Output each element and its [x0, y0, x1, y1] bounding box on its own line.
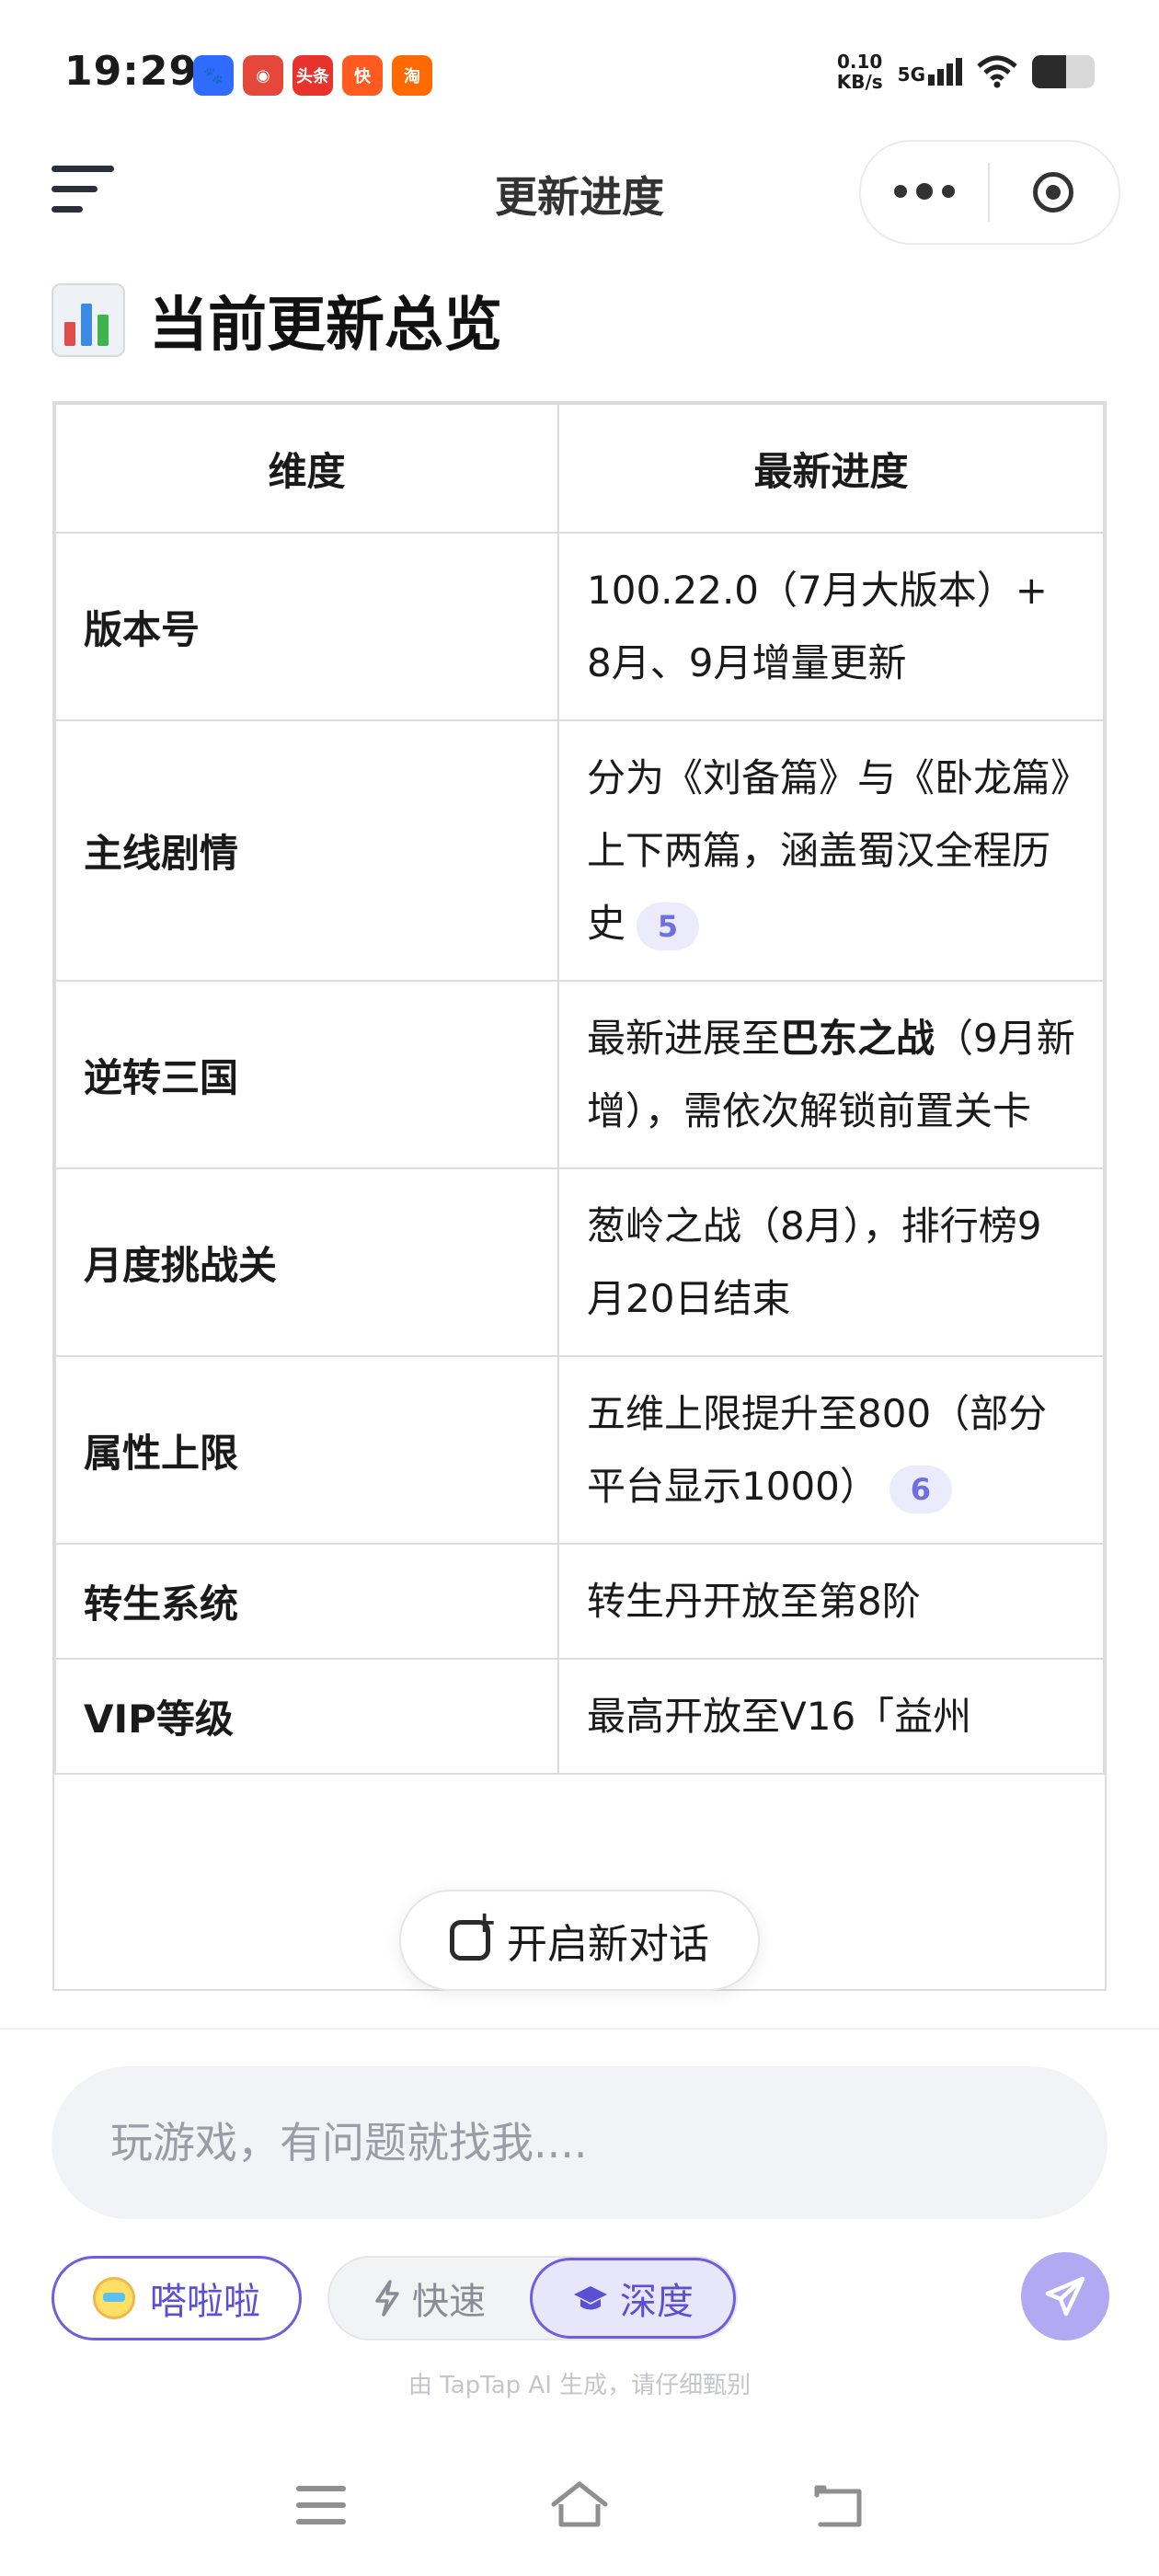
more-options-icon[interactable] [861, 183, 988, 200]
table-row: 月度挑战关 葱岭之战（8月），排行榜9月20日结束 [54, 1167, 1105, 1357]
network-type-label: 5G [897, 63, 925, 86]
dimension-cell: 转生系统 [54, 1543, 559, 1660]
progress-highlight: 巴东之战 [780, 1016, 935, 1061]
battery-icon [1032, 55, 1095, 88]
mode-fast-label: 快速 [412, 2281, 486, 2323]
dimension-cell: VIP等级 [54, 1658, 559, 1775]
new-chat-label: 开启新对话 [507, 1921, 709, 1968]
kuaishou-icon: 快 [342, 55, 383, 96]
section-heading: 当前更新总览 [52, 278, 502, 362]
mode-fast-button[interactable]: 快速 [329, 2258, 530, 2339]
update-overview-table: 维度 最新进度 版本号 100.22.0（7月大版本）+ 8月、9月增量更新 主… [52, 401, 1107, 1991]
bar-chart-icon [52, 283, 125, 357]
graduation-cap-icon [574, 2286, 607, 2310]
mode-toggle: 快速 深度 [327, 2256, 738, 2340]
new-chat-icon [450, 1904, 497, 1961]
table-row: 主线剧情 分为《刘备篇》与《卧龙篇》上下两篇，涵盖蜀汉全程历史 5 [54, 719, 1105, 982]
composer-divider [0, 2028, 1159, 2030]
table-row: 属性上限 五维上限提升至800（部分平台显示1000） 6 [54, 1355, 1105, 1545]
chat-input[interactable] [52, 2066, 1107, 2219]
send-button[interactable] [1021, 2252, 1109, 2340]
table-row: 逆转三国 最新进展至巴东之战（9月新增），需依次解锁前置关卡 [54, 980, 1105, 1169]
wifi-icon [977, 55, 1017, 88]
progress-cell: 分为《刘备篇》与《卧龙篇》上下两篇，涵盖蜀汉全程历史 5 [557, 719, 1105, 982]
status-indicators: 0.10 KB/s 5G [837, 52, 1095, 92]
cellular-signal-icon: 5G [898, 58, 962, 86]
citation-badge[interactable]: 6 [889, 1465, 952, 1513]
progress-text: 最新进展至 [587, 1016, 781, 1061]
dimension-cell: 版本号 [54, 532, 559, 721]
section-title: 当前更新总览 [149, 292, 502, 360]
persona-label: 嗒啦啦 [150, 2281, 260, 2323]
progress-text: 五维上限提升至800（部分平台显示1000） [587, 1391, 1048, 1509]
notification-icons: 🐾 ◉ 头条快淘 [193, 55, 432, 96]
system-navigation-bar [0, 2475, 1159, 2548]
progress-cell: 葱岭之战（8月），排行榜9月20日结束 [557, 1167, 1105, 1357]
baidu-icon: 🐾 [193, 55, 234, 96]
taobao-icon: 淘 [392, 55, 432, 96]
new-chat-button[interactable]: 开启新对话 [399, 1890, 760, 1991]
table-row: VIP等级 最高开放至V16「益州 [54, 1658, 1105, 1775]
status-time: 19:29 [64, 48, 199, 95]
progress-cell: 最新进展至巴东之战（9月新增），需依次解锁前置关卡 [557, 980, 1105, 1169]
persona-selector-button[interactable]: 嗒啦啦 [52, 2256, 302, 2340]
toutiao-icon: 头条 [293, 55, 333, 96]
column-header-progress: 最新进度 [557, 403, 1105, 534]
dimension-cell: 主线剧情 [54, 719, 559, 982]
status-bar: 19:29 🐾 ◉ 头条快淘 0.10 KB/s 5G [0, 0, 1159, 138]
table-header-row: 维度 最新进度 [54, 403, 1105, 534]
mode-deep-label: 深度 [620, 2281, 694, 2323]
mode-deep-button[interactable]: 深度 [530, 2258, 736, 2339]
progress-cell: 转生丹开放至第8阶 [557, 1543, 1105, 1660]
network-speed-unit: KB/s [836, 71, 883, 93]
lightning-icon [375, 2280, 399, 2317]
citation-badge[interactable]: 5 [637, 902, 700, 950]
home-icon[interactable] [548, 2478, 611, 2530]
recent-apps-icon[interactable] [296, 2486, 346, 2536]
miniapp-capsule [859, 140, 1120, 245]
persona-avatar [93, 2277, 135, 2319]
network-speed-value: 0.10 [837, 51, 883, 73]
ai-disclaimer: 由 TapTap AI 生成，请仔细甄别 [407, 2372, 752, 2399]
send-icon [1045, 2276, 1085, 2317]
network-speed: 0.10 KB/s [837, 52, 883, 92]
dimension-cell: 月度挑战关 [54, 1167, 559, 1357]
game-app-icon: ◉ [243, 55, 283, 96]
dimension-cell: 逆转三国 [54, 980, 559, 1169]
table-row: 转生系统 转生丹开放至第8阶 [54, 1543, 1105, 1660]
back-icon[interactable] [809, 2478, 866, 2530]
progress-cell: 100.22.0（7月大版本）+ 8月、9月增量更新 [557, 532, 1105, 721]
progress-cell: 最高开放至V16「益州 [557, 1658, 1105, 1775]
dimension-cell: 属性上限 [54, 1355, 559, 1545]
close-miniapp-icon[interactable] [990, 172, 1117, 213]
table-row: 版本号 100.22.0（7月大版本）+ 8月、9月增量更新 [54, 532, 1105, 721]
column-header-dimension: 维度 [54, 403, 559, 534]
progress-cell: 五维上限提升至800（部分平台显示1000） 6 [557, 1355, 1105, 1545]
